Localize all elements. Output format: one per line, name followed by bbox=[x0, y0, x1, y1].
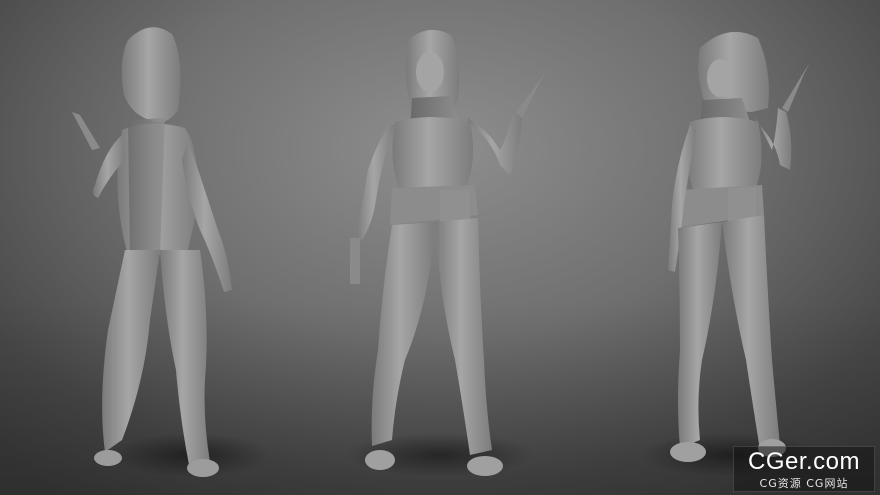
left-shoe bbox=[670, 442, 706, 462]
knife bbox=[72, 112, 100, 150]
watermark-sub-text: CG资源 CG网站 bbox=[759, 477, 849, 490]
left-leg bbox=[371, 222, 435, 446]
right-leg bbox=[722, 215, 780, 450]
face bbox=[416, 52, 444, 92]
watermark-main-text: CGer.com bbox=[747, 448, 861, 475]
figure-front-view bbox=[345, 29, 546, 477]
right-arm bbox=[468, 112, 522, 175]
right-shoe bbox=[187, 459, 219, 477]
scarf bbox=[128, 118, 165, 258]
watermark: CGer.com CG资源 CG网站 bbox=[733, 446, 875, 492]
hair bbox=[121, 27, 181, 123]
torso bbox=[686, 117, 762, 192]
figure-back-view bbox=[72, 27, 270, 477]
knife bbox=[782, 62, 810, 112]
left-leg bbox=[102, 250, 160, 452]
pistol bbox=[350, 238, 360, 284]
figure-three-quarter-view bbox=[640, 31, 820, 477]
left-arm bbox=[356, 125, 395, 240]
sculpt-render bbox=[72, 27, 820, 477]
left-shoe bbox=[94, 450, 122, 466]
right-shoe bbox=[467, 456, 503, 476]
knife bbox=[516, 72, 546, 118]
right-leg bbox=[435, 218, 492, 455]
left-shoe bbox=[365, 450, 395, 470]
left-leg bbox=[678, 222, 722, 448]
render-canvas: CGer.com CG资源 CG网站 bbox=[0, 0, 880, 495]
torso bbox=[392, 117, 474, 192]
face bbox=[707, 59, 733, 97]
